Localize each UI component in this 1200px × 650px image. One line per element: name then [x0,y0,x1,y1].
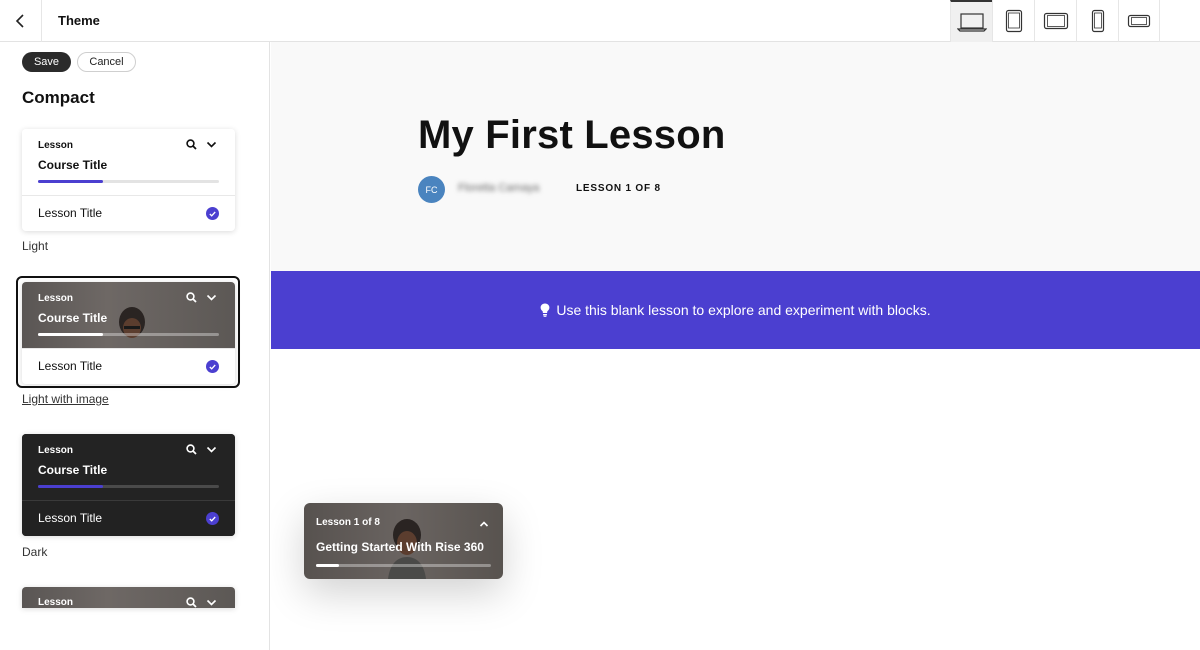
card-lesson-title: Lesson Title [38,206,103,220]
theme-option-light[interactable]: Lesson Course Title Lesson Title [22,129,235,231]
theme-option-dark[interactable]: Lesson Course Title Lesson Title [22,434,235,536]
theme-option-4[interactable]: Lesson [22,587,235,608]
progress-bar [38,333,219,336]
device-preview-toggle [950,0,1160,42]
phone-portrait-preview-button[interactable] [1076,0,1118,42]
tablet-landscape-preview-button[interactable] [1034,0,1076,42]
card-lesson-title: Lesson Title [38,511,103,525]
tablet-portrait-preview-button[interactable] [992,0,1034,42]
lesson-title: My First Lesson [418,113,726,157]
card-header: Lesson Course Title [22,434,235,500]
search-icon [186,292,197,303]
progress-bar [38,485,219,488]
chevron-down-icon [206,599,217,606]
card-lesson-label: Lesson [38,140,74,151]
card-lesson-title: Lesson Title [38,359,103,373]
card-course-title: Course Title [38,311,108,325]
chevron-down-icon [206,294,217,301]
card-lesson-row: Lesson Title [22,348,235,384]
theme-option-light-with-image[interactable]: Lesson Course Title Lesson Title [22,282,235,384]
chevron-left-icon [15,14,24,28]
avatar: FC [418,176,445,203]
author-name: Floretta Camaya [458,182,540,194]
back-button[interactable] [0,0,42,42]
search-icon [186,597,197,608]
page-title: Theme [58,13,100,28]
lesson-count: LESSON 1 OF 8 [576,183,661,194]
phone-landscape-icon [1127,14,1151,28]
theme-caption-light: Light [22,239,49,253]
progress-bar [316,564,491,567]
card-header: Lesson Course Title [22,282,235,348]
card-header: Lesson [22,587,235,608]
search-icon [186,139,197,150]
tablet-landscape-icon [1043,12,1068,30]
lesson-preview: My First Lesson FC Floretta Camaya LESSO… [271,42,1200,650]
progress-bar-fill [38,333,104,336]
lesson-header: My First Lesson FC Floretta Camaya LESSO… [271,42,1200,271]
card-lesson-row: Lesson Title [22,500,235,536]
floating-lesson-navigator[interactable]: Lesson 1 of 8 Getting Started With Rise … [304,503,503,579]
chevron-up-icon [479,521,489,527]
laptop-preview-button[interactable] [950,0,992,42]
card-header: Lesson Course Title [22,129,235,195]
theme-sidebar: Save Cancel Compact Lesson Course Title … [0,42,270,650]
banner-text: Use this blank lesson to explore and exp… [556,302,931,318]
theme-caption-light-with-image[interactable]: Light with image [22,392,109,406]
chevron-down-icon [206,446,217,453]
search-icon [186,444,197,455]
card-course-title: Course Title [38,463,108,477]
card-lesson-label: Lesson [38,293,74,304]
phone-landscape-preview-button[interactable] [1118,0,1160,42]
top-bar: Theme [0,0,1200,42]
check-icon [206,360,219,373]
float-lesson-label: Lesson 1 of 8 [316,517,380,528]
progress-bar-fill [38,485,104,488]
card-lesson-label: Lesson [38,597,74,608]
cancel-button[interactable]: Cancel [77,52,136,72]
chevron-down-icon [206,141,217,148]
card-lesson-row: Lesson Title [22,195,235,231]
progress-bar-fill [38,180,104,183]
check-icon [206,207,219,220]
tablet-portrait-icon [1005,9,1022,33]
card-course-title: Course Title [38,158,108,172]
card-lesson-label: Lesson [38,445,74,456]
chevron-up-button[interactable] [479,515,489,533]
float-course-title: Getting Started With Rise 360 [316,540,484,554]
person-photo [119,307,145,338]
check-icon [206,512,219,525]
section-title: Compact [22,88,95,107]
info-banner: Use this blank lesson to explore and exp… [271,271,1200,349]
phone-portrait-icon [1091,9,1104,33]
laptop-icon [956,13,987,32]
save-button[interactable]: Save [22,52,71,72]
progress-bar-fill [316,564,339,567]
progress-bar [38,180,219,183]
lightbulb-icon [540,303,550,317]
theme-caption-dark: Dark [22,545,48,559]
